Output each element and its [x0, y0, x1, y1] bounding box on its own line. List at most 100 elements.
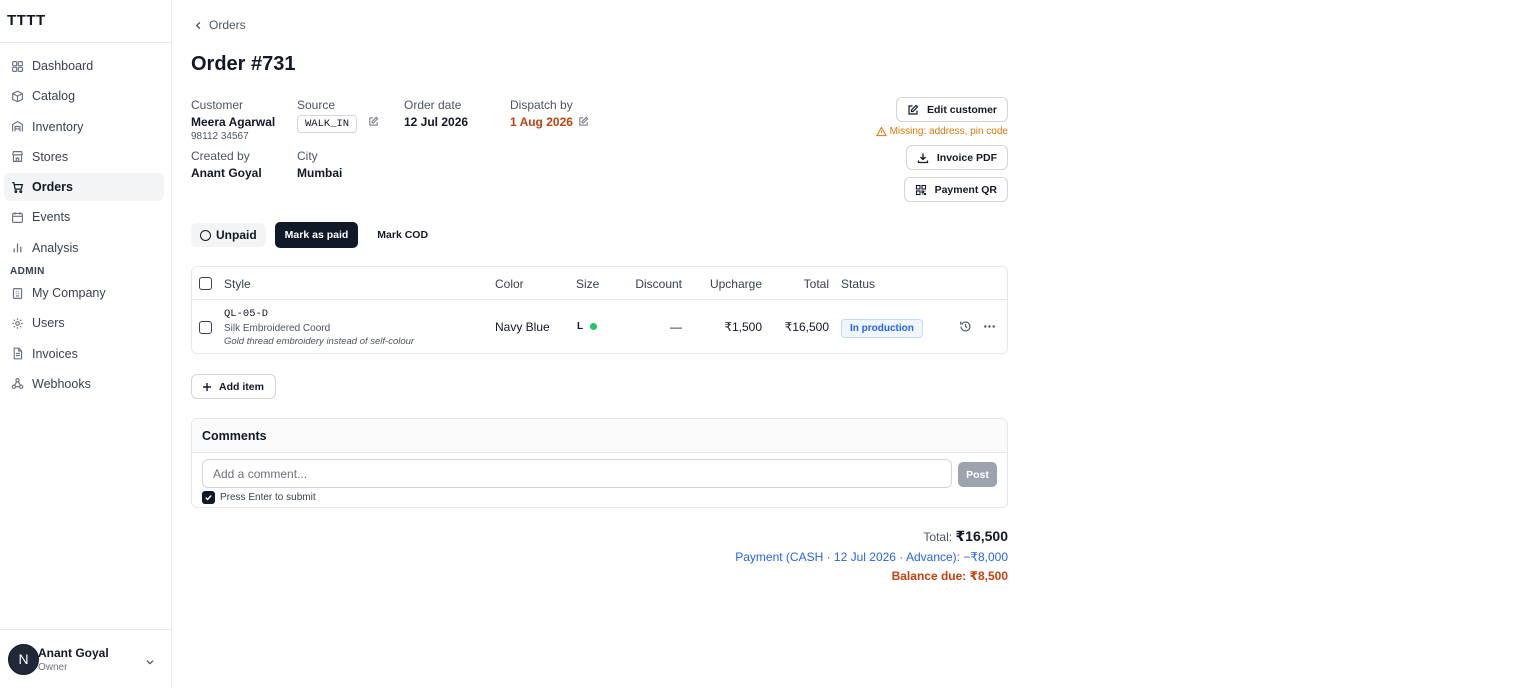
box-icon	[10, 89, 24, 103]
status-badge[interactable]: In production	[841, 319, 923, 338]
circle-icon	[200, 229, 211, 241]
sidebar-item-label: Dashboard	[32, 59, 94, 73]
sidebar-item-stores[interactable]: Stores	[4, 143, 164, 171]
invoice-pdf-button[interactable]: Invoice PDF	[905, 145, 1008, 170]
total-line: Total: ₹16,500	[735, 528, 1008, 545]
sidebar-item-inventory[interactable]: Inventory	[4, 113, 164, 141]
edit-source-icon[interactable]	[368, 114, 379, 126]
breadcrumb[interactable]: Orders	[194, 18, 246, 32]
order-items-table: Style Color Size Discount Upcharge Total…	[191, 266, 1008, 354]
row-checkbox[interactable]	[199, 321, 212, 334]
comment-input[interactable]	[202, 459, 952, 488]
edit-customer-label: Edit customer	[926, 103, 997, 116]
sidebar-item-label: Catalog	[32, 89, 76, 104]
sidebar-nav: Dashboard Catalog Inventory Stores Order…	[0, 43, 171, 398]
dispatch-field: Dispatch by 1 Aug 2026	[510, 98, 589, 129]
source-badge: WALK_IN	[297, 115, 358, 133]
column-header-total: Total	[803, 277, 829, 291]
sidebar-item-label: Analysis	[32, 240, 79, 255]
payment-qr-label: Payment QR	[934, 183, 997, 196]
upcharge-cell: ₹1,500	[724, 320, 762, 334]
customer-name: Meera Agarwal	[191, 115, 276, 129]
order-date-value: 12 Jul 2026	[404, 115, 469, 129]
payment-qr-button[interactable]: Payment QR	[903, 177, 1008, 202]
calendar-icon	[10, 210, 24, 224]
page-title: Order #731	[191, 53, 296, 75]
enter-to-submit-checkbox[interactable]	[202, 491, 215, 504]
post-comment-button[interactable]: Post	[958, 462, 997, 487]
user-name: Anant Goyal	[38, 645, 109, 660]
dispatch-date-text: 1 Aug 2026	[510, 115, 573, 129]
comments-title: Comments	[192, 419, 1007, 453]
city-value: Mumbai	[297, 166, 343, 180]
invoice-pdf-label: Invoice PDF	[936, 151, 997, 164]
user-menu[interactable]: N Anant Goyal Owner	[0, 629, 171, 688]
column-header-status: Status	[841, 277, 876, 291]
mark-as-paid-button[interactable]: Mark as paid	[274, 222, 359, 248]
building-icon	[10, 286, 24, 300]
missing-info-text: Missing: address, pin code	[889, 126, 1008, 137]
size-cell: L	[577, 321, 598, 332]
edit-dispatch-icon[interactable]	[578, 116, 589, 127]
cart-icon	[10, 180, 24, 194]
style-note: Gold thread embroidery instead of self-c…	[224, 336, 415, 347]
sidebar-item-my-company[interactable]: My Company	[4, 279, 164, 307]
color-cell: Navy Blue	[495, 320, 550, 334]
sidebar-item-dashboard[interactable]: Dashboard	[4, 52, 164, 80]
edit-customer-button[interactable]: Edit customer	[895, 97, 1008, 122]
source-field: Source WALK_IN	[297, 98, 379, 133]
sidebar-item-orders[interactable]: Orders	[4, 173, 164, 202]
comments-panel: Comments Post Press Enter to submit	[191, 418, 1008, 508]
bar-chart-icon	[10, 241, 24, 255]
order-date-label: Order date	[404, 98, 462, 112]
history-icon[interactable]	[959, 320, 972, 333]
column-header-color: Color	[495, 277, 524, 291]
order-date-field: Order date 12 Jul 2026	[404, 98, 468, 129]
sidebar-item-label: Events	[32, 210, 71, 225]
file-icon	[10, 347, 24, 361]
brand-logo[interactable]: TTTT	[0, 0, 171, 43]
payment-line[interactable]: Payment (CASH · 12 Jul 2026 · Advance): …	[735, 550, 1008, 564]
column-header-style: Style	[224, 277, 251, 291]
total-cell: ₹16,500	[784, 320, 829, 334]
missing-info-warning: Missing: address, pin code	[875, 126, 1008, 137]
table-header: Style Color Size Discount Upcharge Total…	[192, 267, 1007, 300]
sidebar-item-events[interactable]: Events	[4, 203, 164, 231]
created-by-label: Created by	[191, 149, 250, 163]
user-role: Owner	[38, 661, 68, 673]
table-row[interactable]: QL-05-D Silk Embroidered Coord Gold thre…	[192, 300, 1007, 354]
created-by-value: Anant Goyal	[191, 166, 262, 180]
add-item-label: Add item	[219, 380, 264, 393]
user-meta: Anant Goyal Owner	[38, 646, 109, 673]
enter-to-submit-label: Press Enter to submit	[220, 492, 316, 503]
payment-controls: Unpaid Mark as paid Mark COD	[191, 222, 438, 248]
column-header-size: Size	[576, 277, 600, 291]
sidebar-item-invoices[interactable]: Invoices	[4, 340, 164, 368]
style-cell: QL-05-D Silk Embroidered Coord Gold thre…	[224, 308, 414, 347]
customer-phone: 98112 34567	[191, 131, 249, 142]
size-status-dot	[590, 323, 598, 330]
total-label: Total:	[923, 530, 953, 544]
breadcrumb-orders-link[interactable]: Orders	[209, 18, 246, 32]
sidebar-item-label: Stores	[32, 149, 69, 164]
add-item-button[interactable]: Add item	[191, 374, 276, 399]
sidebar-item-webhooks[interactable]: Webhooks	[4, 370, 164, 398]
sidebar-item-users[interactable]: Users	[4, 309, 164, 337]
balance-due: Balance due: ₹8,500	[891, 569, 1008, 583]
column-header-upcharge: Upcharge	[709, 277, 762, 291]
chevron-left-icon	[195, 21, 201, 29]
check-icon	[205, 495, 212, 501]
sidebar-item-catalog[interactable]: Catalog	[4, 82, 164, 110]
sidebar-item-analysis[interactable]: Analysis	[4, 234, 164, 262]
payment-status-text: Unpaid	[216, 228, 257, 242]
chevron-down-icon[interactable]	[145, 654, 155, 665]
discount-cell: —	[670, 320, 682, 334]
dashboard-icon	[10, 59, 24, 73]
select-all-checkbox[interactable]	[199, 277, 212, 290]
style-code: QL-05-D	[224, 308, 269, 320]
more-options-icon[interactable]	[983, 320, 996, 333]
customer-label: Customer	[191, 98, 244, 112]
plus-icon	[203, 382, 211, 391]
mark-cod-button[interactable]: Mark COD	[367, 222, 438, 248]
sidebar-item-label: Invoices	[32, 346, 78, 361]
